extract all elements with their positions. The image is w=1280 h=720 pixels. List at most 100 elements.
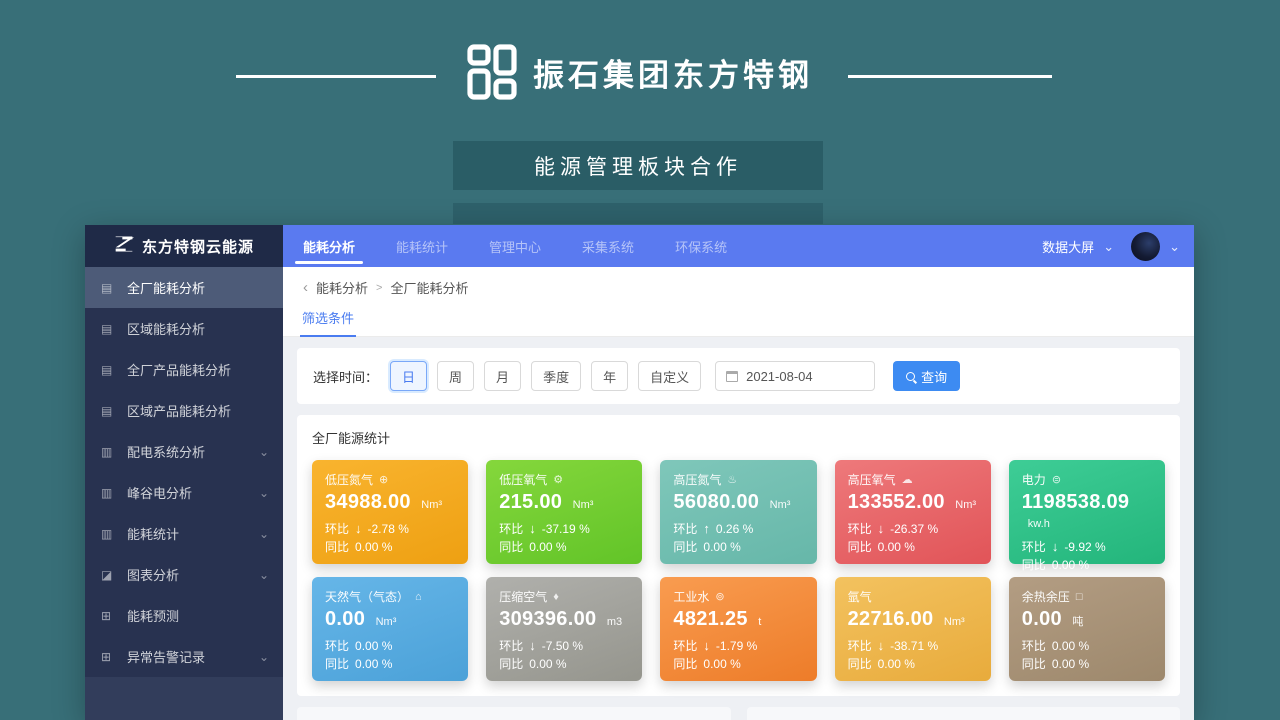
- card-value: 133552.00: [848, 491, 945, 513]
- period-button[interactable]: 年: [591, 361, 628, 391]
- card-title: 低压氮气: [325, 471, 373, 488]
- sidebar-item[interactable]: ▤ 区域能耗分析: [85, 308, 283, 349]
- card-type-icon: ⚙: [553, 473, 563, 486]
- card-title: 高压氮气: [673, 471, 721, 488]
- date-input[interactable]: 2021-08-04: [715, 361, 875, 391]
- dashboard-window: 东方特钢云能源 ▤ 全厂能耗分析 ▤ 区域能耗分析 ▤ 全厂产品能耗分析 ▤ 区…: [85, 225, 1194, 720]
- card-unit: 吨: [1072, 616, 1083, 628]
- chevron-down-icon: ⌄: [259, 527, 269, 541]
- card-unit: Nm³: [770, 499, 791, 511]
- trend-arrow-icon: ↓: [703, 637, 710, 655]
- card-type-icon: ⊜: [1052, 473, 1061, 486]
- app-title: 东方特钢云能源: [142, 236, 254, 257]
- period-button[interactable]: 日: [390, 361, 427, 391]
- brand-logo-icon: [467, 44, 519, 100]
- mom-label: 环比: [673, 637, 697, 655]
- card-title: 余热余压: [1022, 588, 1070, 605]
- mom-value: 0.00 %: [355, 637, 392, 655]
- energy-card: 高压氮气 ♨ 56080.00 Nm³ 环比 ↑ 0.26 % 同比 0.00 …: [660, 460, 816, 564]
- tab-filter-conditions[interactable]: 筛选条件: [300, 306, 356, 337]
- menu-icon: ▤: [101, 404, 117, 418]
- sidebar-item[interactable]: ▥ 配电系统分析 ⌄: [85, 431, 283, 472]
- calendar-icon: [726, 371, 738, 382]
- energy-card: 余热余压 □ 0.00 吨 环比 0.00 % 同比 0.00 %: [1009, 577, 1165, 681]
- sidebar-item[interactable]: ⊞ 能耗预测: [85, 595, 283, 636]
- yoy-label: 同比: [673, 655, 697, 673]
- card-title: 工业水: [673, 588, 709, 605]
- energy-card: 压缩空气 ♦ 309396.00 m3 环比 ↓ -7.50 % 同比 0.00…: [486, 577, 642, 681]
- sidebar-item-label: 能耗统计: [127, 524, 259, 543]
- topnav-tab[interactable]: 能耗统计: [394, 225, 450, 267]
- topnav-tab[interactable]: 环保系统: [673, 225, 729, 267]
- trend-arrow-icon: ↓: [529, 520, 536, 538]
- card-title: 电力: [1022, 471, 1046, 488]
- yoy-label: 同比: [1022, 556, 1046, 574]
- mom-value: -2.78 %: [368, 520, 409, 538]
- sidebar-menu: ▤ 全厂能耗分析 ▤ 区域能耗分析 ▤ 全厂产品能耗分析 ▤ 区域产品能耗分析 …: [85, 267, 283, 677]
- card-unit: Nm³: [955, 499, 976, 511]
- yoy-label: 同比: [848, 538, 872, 556]
- yoy-value: 0.00 %: [1052, 556, 1089, 574]
- sidebar-item-label: 区域产品能耗分析: [127, 401, 269, 420]
- sidebar-item[interactable]: ▥ 能耗统计 ⌄: [85, 513, 283, 554]
- card-value: 34988.00: [325, 491, 411, 513]
- back-arrow-icon[interactable]: ‹: [303, 279, 308, 296]
- brand-title: 振石集团东方特钢: [533, 50, 813, 95]
- topnav-tab[interactable]: 管理中心: [487, 225, 543, 267]
- sidebar-item-label: 全厂产品能耗分析: [127, 360, 269, 379]
- mom-value: -38.71 %: [890, 637, 938, 655]
- menu-icon: ◪: [101, 568, 117, 582]
- card-unit: t: [758, 616, 761, 628]
- avatar[interactable]: [1131, 232, 1160, 261]
- mom-value: -1.79 %: [716, 637, 757, 655]
- card-title: 低压氧气: [499, 471, 547, 488]
- period-button[interactable]: 月: [484, 361, 521, 391]
- mom-value: -37.19 %: [542, 520, 590, 538]
- data-screen-link[interactable]: 数据大屏: [1042, 237, 1094, 256]
- breadcrumb: ‹ 能耗分析 > 全厂能耗分析: [283, 267, 1194, 306]
- energy-stats-panel: 全厂能源统计 低压氮气 ⊕ 34988.00 Nm³ 环比 ↓ -2.78 % …: [297, 415, 1180, 696]
- topnav-tab[interactable]: 能耗分析: [301, 225, 357, 267]
- mom-value: 0.26 %: [716, 520, 753, 538]
- card-title: 压缩空气: [499, 588, 547, 605]
- sidebar-item[interactable]: ▤ 全厂产品能耗分析: [85, 349, 283, 390]
- sidebar-item-label: 区域能耗分析: [127, 319, 269, 338]
- period-button[interactable]: 周: [437, 361, 474, 391]
- content-area: 选择时间： 日周月季度年自定义 2021-08-04 查询 全厂能源统计 低压氮…: [283, 337, 1194, 720]
- menu-icon: ▤: [101, 281, 117, 295]
- sidebar-item[interactable]: ▤ 区域产品能耗分析: [85, 390, 283, 431]
- chevron-down-icon[interactable]: ⌄: [1103, 240, 1114, 253]
- period-button[interactable]: 自定义: [638, 361, 701, 391]
- query-button[interactable]: 查询: [893, 361, 960, 391]
- energy-card: 工业水 ⊚ 4821.25 t 环比 ↓ -1.79 % 同比 0.00 %: [660, 577, 816, 681]
- yoy-label: 同比: [673, 538, 697, 556]
- yoy-value: 0.00 %: [703, 655, 740, 673]
- yoy-label: 同比: [499, 538, 523, 556]
- topnav-right: 数据大屏 ⌄ ⌄: [1042, 232, 1180, 261]
- partial-panel: [747, 707, 1181, 720]
- yoy-value: 0.00 %: [878, 655, 915, 673]
- chevron-down-icon: ⌄: [259, 486, 269, 500]
- sidebar-item-label: 配电系统分析: [127, 442, 259, 461]
- yoy-value: 0.00 %: [355, 655, 392, 673]
- card-value: 309396.00: [499, 608, 596, 630]
- yoy-label: 同比: [499, 655, 523, 673]
- energy-card: 氩气 22716.00 Nm³ 环比 ↓ -38.71 % 同比 0.00 %: [835, 577, 991, 681]
- mom-label: 环比: [848, 637, 872, 655]
- period-button[interactable]: 季度: [531, 361, 581, 391]
- trend-arrow-icon: ↓: [529, 637, 536, 655]
- sidebar-item[interactable]: ▥ 峰谷电分析 ⌄: [85, 472, 283, 513]
- menu-icon: ⊞: [101, 650, 117, 664]
- breadcrumb-item[interactable]: 能耗分析: [316, 278, 368, 297]
- top-navbar: 能耗分析能耗统计管理中心采集系统环保系统 数据大屏 ⌄ ⌄: [283, 225, 1194, 267]
- chevron-down-icon[interactable]: ⌄: [1169, 240, 1180, 253]
- sidebar-item[interactable]: ⊞ 异常告警记录 ⌄: [85, 636, 283, 677]
- sidebar-item[interactable]: ▤ 全厂能耗分析: [85, 267, 283, 308]
- card-value: 0.00: [1022, 608, 1062, 630]
- app-logo-icon: [114, 236, 134, 256]
- banner: 能源管理板块合作: [453, 141, 823, 190]
- menu-icon: ▥: [101, 527, 117, 541]
- energy-cards-grid: 低压氮气 ⊕ 34988.00 Nm³ 环比 ↓ -2.78 % 同比 0.00…: [312, 460, 1165, 681]
- sidebar-item[interactable]: ◪ 图表分析 ⌄: [85, 554, 283, 595]
- topnav-tab[interactable]: 采集系统: [580, 225, 636, 267]
